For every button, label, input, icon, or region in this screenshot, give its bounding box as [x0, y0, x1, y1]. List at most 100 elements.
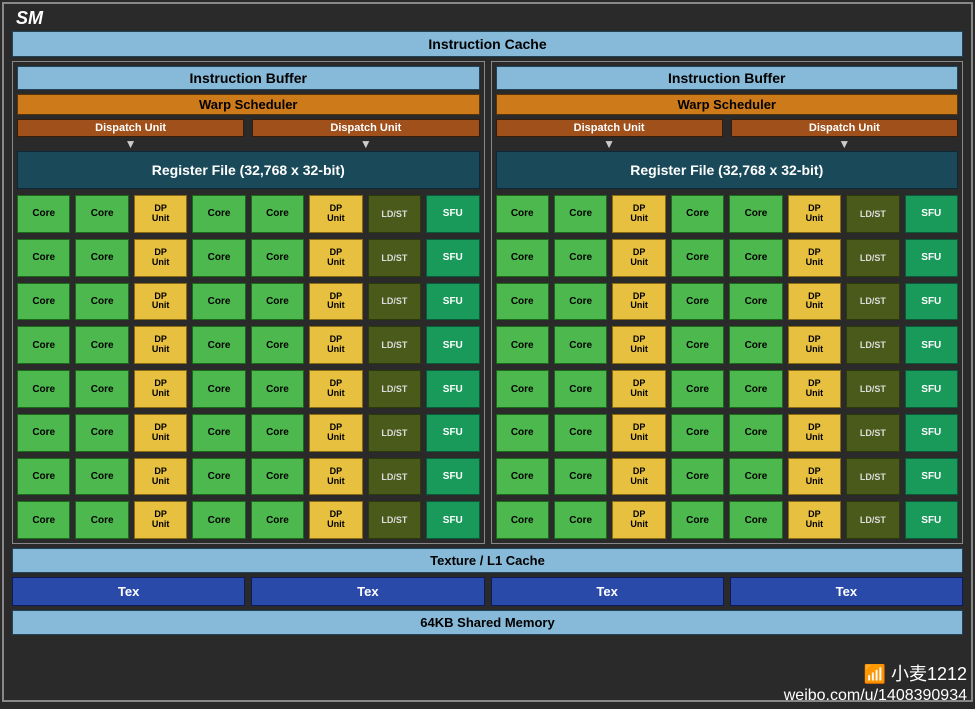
dp-unit: DPUnit — [309, 501, 362, 539]
unit-row: CoreCoreDPUnitCoreCoreDPUnitLD/STSFU — [496, 239, 959, 277]
dp-unit: DPUnit — [134, 501, 187, 539]
core-unit: Core — [554, 501, 607, 539]
instruction-buffer: Instruction Buffer — [496, 66, 959, 90]
dp-unit: DPUnit — [134, 239, 187, 277]
dispatch-row: Dispatch UnitDispatch Unit — [496, 119, 959, 137]
core-unit: Core — [75, 283, 128, 321]
core-unit: Core — [192, 326, 245, 364]
unit-row: CoreCoreDPUnitCoreCoreDPUnitLD/STSFU — [496, 283, 959, 321]
core-unit: Core — [671, 195, 724, 233]
smsp-row: Instruction Buffer Warp Scheduler Dispatch… — [12, 61, 963, 544]
core-unit: Core — [496, 239, 549, 277]
core-unit: Core — [17, 501, 70, 539]
arrow-down-icon: ▼ — [496, 139, 723, 149]
sfu-unit: SFU — [426, 414, 479, 452]
core-unit: Core — [75, 414, 128, 452]
core-unit: Core — [17, 370, 70, 408]
ldst-unit: LD/ST — [846, 283, 899, 321]
unit-row: CoreCoreDPUnitCoreCoreDPUnitLD/STSFU — [496, 501, 959, 539]
ldst-unit: LD/ST — [368, 370, 421, 408]
core-unit: Core — [554, 458, 607, 496]
core-unit: Core — [729, 239, 782, 277]
core-unit: Core — [17, 195, 70, 233]
sfu-unit: SFU — [426, 370, 479, 408]
core-unit: Core — [729, 501, 782, 539]
dispatch-unit: Dispatch Unit — [252, 119, 479, 137]
sm-container: SM Instruction Cache Instruction BufferW… — [2, 2, 973, 702]
sfu-unit: SFU — [426, 326, 479, 364]
sfu-unit: SFU — [905, 195, 958, 233]
unit-row: CoreCoreDPUnitCoreCoreDPUnitLD/STSFU — [496, 414, 959, 452]
core-unit: Core — [496, 195, 549, 233]
register-file: Register File (32,768 x 32-bit) — [17, 151, 480, 189]
tex-unit: Tex — [12, 577, 245, 606]
ldst-unit: LD/ST — [368, 414, 421, 452]
dp-unit: DPUnit — [788, 458, 841, 496]
core-unit: Core — [671, 501, 724, 539]
core-unit: Core — [251, 326, 304, 364]
unit-row: CoreCoreDPUnitCoreCoreDPUnitLD/STSFU — [17, 501, 480, 539]
core-unit: Core — [554, 195, 607, 233]
core-unit: Core — [671, 414, 724, 452]
ldst-unit: LD/ST — [368, 458, 421, 496]
core-unit: Core — [496, 414, 549, 452]
ldst-unit: LD/ST — [846, 195, 899, 233]
core-unit: Core — [251, 414, 304, 452]
dp-unit: DPUnit — [134, 370, 187, 408]
core-unit: Core — [251, 239, 304, 277]
warp-scheduler: Warp Scheduler — [496, 94, 959, 115]
dp-unit: DPUnit — [309, 414, 362, 452]
ldst-unit: LD/ST — [368, 326, 421, 364]
arrow-row: ▼▼ — [496, 139, 959, 149]
core-unit: Core — [554, 326, 607, 364]
unit-grid: CoreCoreDPUnitCoreCoreDPUnitLD/STSFUCore… — [496, 195, 959, 539]
core-unit: Core — [671, 458, 724, 496]
unit-row: CoreCoreDPUnitCoreCoreDPUnitLD/STSFU — [17, 414, 480, 452]
core-unit: Core — [75, 458, 128, 496]
dp-unit: DPUnit — [612, 326, 665, 364]
core-unit: Core — [671, 370, 724, 408]
core-unit: Core — [17, 283, 70, 321]
dp-unit: DPUnit — [309, 370, 362, 408]
core-unit: Core — [75, 326, 128, 364]
dp-unit: DPUnit — [788, 326, 841, 364]
sfu-unit: SFU — [426, 283, 479, 321]
core-unit: Core — [496, 370, 549, 408]
core-unit: Core — [17, 326, 70, 364]
smsp-block: Instruction Buffer Warp Scheduler Dispatch… — [491, 61, 964, 544]
core-unit: Core — [671, 239, 724, 277]
dp-unit: DPUnit — [309, 195, 362, 233]
arrow-down-icon: ▼ — [17, 139, 244, 149]
warp-scheduler: Warp Scheduler — [17, 94, 480, 115]
core-unit: Core — [192, 458, 245, 496]
dp-unit: DPUnit — [612, 458, 665, 496]
core-unit: Core — [251, 283, 304, 321]
unit-row: CoreCoreDPUnitCoreCoreDPUnitLD/STSFU — [17, 370, 480, 408]
unit-row: CoreCoreDPUnitCoreCoreDPUnitLD/STSFU — [496, 458, 959, 496]
ldst-unit: LD/ST — [368, 239, 421, 277]
ldst-unit: LD/ST — [846, 501, 899, 539]
sfu-unit: SFU — [426, 195, 479, 233]
core-unit: Core — [729, 326, 782, 364]
instruction-buffer: Instruction Buffer — [17, 66, 480, 90]
unit-grid: CoreCoreDPUnitCoreCoreDPUnitLD/STSFUCore… — [17, 195, 480, 539]
dp-unit: DPUnit — [612, 370, 665, 408]
dp-unit: DPUnit — [788, 370, 841, 408]
sfu-unit: SFU — [426, 501, 479, 539]
core-unit: Core — [75, 195, 128, 233]
unit-row: CoreCoreDPUnitCoreCoreDPUnitLD/STSFU — [496, 326, 959, 364]
core-unit: Core — [17, 239, 70, 277]
core-unit: Core — [671, 326, 724, 364]
unit-row: CoreCoreDPUnitCoreCoreDPUnitLD/STSFU — [17, 283, 480, 321]
smsp-block: Instruction Buffer Warp Scheduler Dispatch… — [12, 61, 485, 544]
ldst-unit: LD/ST — [846, 414, 899, 452]
dp-unit: DPUnit — [612, 239, 665, 277]
ldst-unit: LD/ST — [846, 370, 899, 408]
sfu-unit: SFU — [905, 414, 958, 452]
dp-unit: DPUnit — [309, 458, 362, 496]
core-unit: Core — [554, 370, 607, 408]
unit-row: CoreCoreDPUnitCoreCoreDPUnitLD/STSFU — [17, 326, 480, 364]
ldst-unit: LD/ST — [368, 283, 421, 321]
dp-unit: DPUnit — [788, 501, 841, 539]
dp-unit: DPUnit — [788, 195, 841, 233]
